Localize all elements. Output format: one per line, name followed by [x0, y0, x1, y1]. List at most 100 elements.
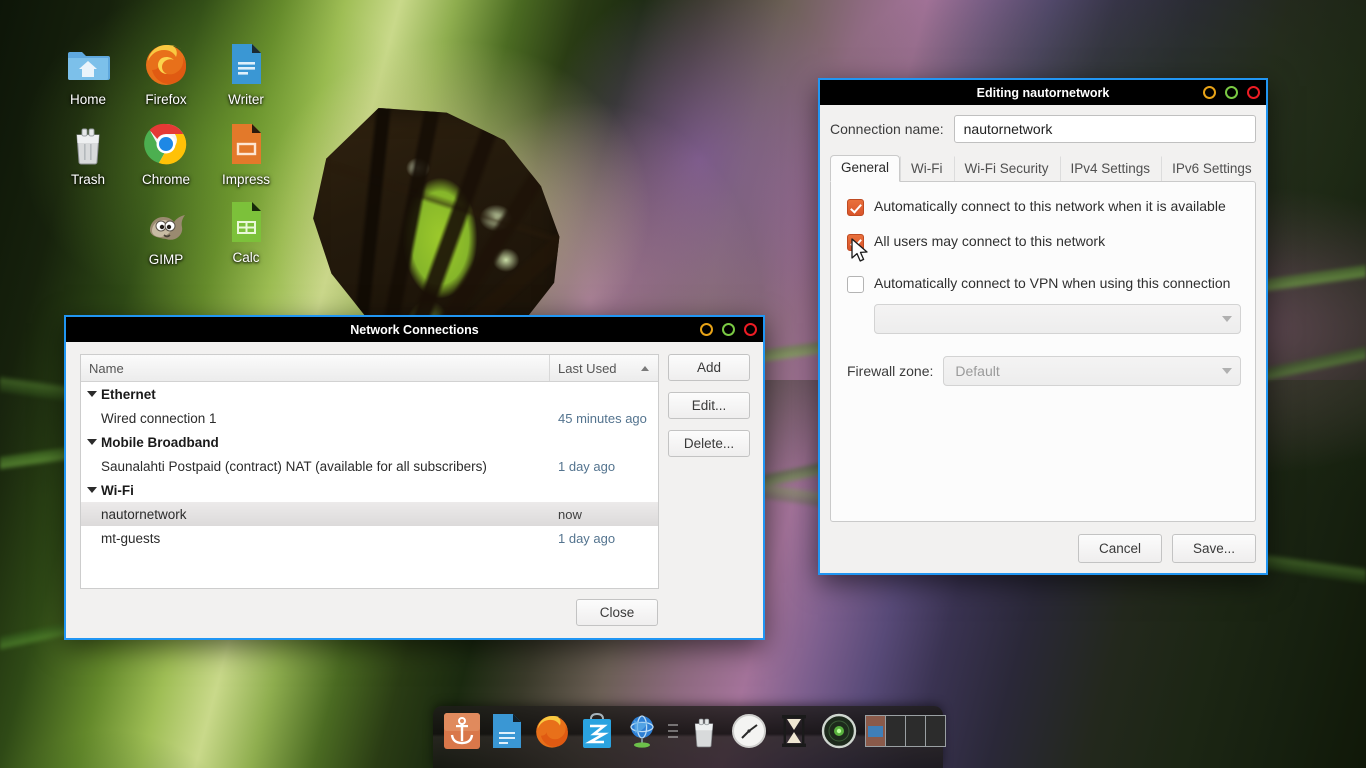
connection-name: Wired connection 1	[101, 410, 217, 426]
all-users-row[interactable]: All users may connect to this network	[847, 233, 1241, 251]
auto-vpn-label: Automatically connect to VPN when using …	[874, 275, 1231, 291]
table-row[interactable]: Wired connection 1 45 minutes ago	[81, 406, 658, 430]
tab-wifi-security[interactable]: Wi-Fi Security	[953, 156, 1060, 181]
tab-general[interactable]: General	[830, 155, 901, 182]
all-users-label: All users may connect to this network	[874, 233, 1106, 249]
close-icon[interactable]	[744, 323, 757, 336]
add-button[interactable]: Add	[668, 354, 750, 381]
desktop-icon-label: GIMP	[148, 252, 184, 267]
dialog-footer: Cancel Save...	[830, 522, 1256, 563]
workspace-switcher-icon[interactable]	[865, 712, 947, 750]
software-store-icon[interactable]	[578, 712, 616, 750]
settings-tabs[interactable]: General Wi-Fi Wi-Fi Security IPv4 Settin…	[830, 154, 1256, 182]
table-row[interactable]: Saunalahti Postpaid (contract) NAT (avai…	[81, 454, 658, 478]
window-controls	[1203, 80, 1260, 105]
network-connections-window[interactable]: Network Connections Name Last Used Ether…	[64, 315, 765, 640]
firewall-zone-value: Default	[955, 363, 1000, 379]
dock[interactable]	[433, 706, 946, 768]
group-label: Ethernet	[101, 386, 156, 402]
connection-name: nautornetwork	[101, 506, 187, 522]
column-header-last-used[interactable]: Last Used	[550, 355, 658, 381]
desktop[interactable]: Home Firefox Writer Trash Chrome Impress…	[0, 0, 1366, 768]
close-button[interactable]: Close	[576, 599, 658, 626]
firewall-zone-label: Firewall zone:	[847, 363, 934, 379]
cancel-button[interactable]: Cancel	[1078, 534, 1162, 563]
libreoffice-writer-icon	[222, 40, 270, 88]
column-header-name[interactable]: Name	[81, 355, 550, 381]
connections-tree[interactable]: Name Last Used Ethernet Wired connection…	[80, 354, 659, 589]
trash-icon	[64, 120, 112, 168]
hourglass-icon[interactable]	[775, 712, 813, 750]
table-row[interactable]: mt-guests 1 day ago	[81, 526, 658, 550]
desktop-icon-label: Calc	[232, 250, 260, 265]
edit-button[interactable]: Edit...	[668, 392, 750, 419]
radar-icon[interactable]	[820, 712, 858, 750]
firefox-icon[interactable]	[533, 712, 571, 750]
close-icon[interactable]	[1247, 86, 1260, 99]
desktop-icon-writer[interactable]: Writer	[200, 40, 292, 107]
last-used-value: 45 minutes ago	[558, 410, 647, 426]
desktop-icon-firefox[interactable]: Firefox	[120, 40, 212, 107]
window-title: Network Connections	[350, 322, 479, 337]
disclosure-triangle-icon[interactable]	[87, 487, 97, 493]
firewall-zone-select[interactable]: Default	[943, 356, 1241, 386]
auto-connect-label: Automatically connect to this network wh…	[874, 198, 1226, 214]
chevron-down-icon	[1222, 316, 1232, 322]
desktop-icon-gimp[interactable]: GIMP	[120, 200, 212, 267]
sort-ascending-icon	[641, 365, 649, 371]
last-used-value: 1 day ago	[558, 458, 616, 474]
gimp-icon	[142, 200, 190, 248]
minimize-icon[interactable]	[1203, 86, 1216, 99]
dialog-title: Editing nautornetwork	[976, 85, 1110, 100]
edit-connection-dialog[interactable]: Editing nautornetwork Connection name: G…	[818, 78, 1268, 575]
delete-button[interactable]: Delete...	[668, 430, 750, 457]
network-connections-titlebar[interactable]: Network Connections	[66, 317, 763, 342]
connection-name: mt-guests	[101, 530, 161, 546]
connection-name-row: Connection name:	[830, 115, 1256, 143]
tab-ipv6-settings[interactable]: IPv6 Settings	[1161, 156, 1263, 181]
vpn-connection-select[interactable]	[874, 304, 1241, 334]
auto-vpn-row[interactable]: Automatically connect to VPN when using …	[847, 275, 1241, 293]
firewall-zone-row: Firewall zone: Default	[847, 356, 1241, 386]
connection-name-label: Connection name:	[830, 121, 944, 137]
chrome-icon	[142, 120, 190, 168]
maximize-icon[interactable]	[1225, 86, 1238, 99]
text-editor-icon[interactable]	[488, 712, 526, 750]
all-users-checkbox[interactable]	[847, 234, 864, 251]
auto-connect-row[interactable]: Automatically connect to this network wh…	[847, 198, 1241, 216]
home-folder-icon	[64, 40, 112, 88]
desktop-icon-label: Impress	[221, 172, 270, 187]
tree-group-ethernet[interactable]: Ethernet	[81, 382, 658, 406]
desktop-icon-calc[interactable]: Calc	[200, 198, 292, 265]
tab-ipv4-settings[interactable]: IPv4 Settings	[1059, 156, 1162, 181]
save-button[interactable]: Save...	[1172, 534, 1256, 563]
tree-group-wifi[interactable]: Wi-Fi	[81, 478, 658, 502]
minimize-icon[interactable]	[700, 323, 713, 336]
clock-icon[interactable]	[730, 712, 768, 750]
chevron-down-icon	[1222, 368, 1232, 374]
network-globe-icon[interactable]	[623, 712, 661, 750]
anchor-icon[interactable]	[443, 712, 481, 750]
connection-name-input[interactable]	[953, 115, 1256, 143]
table-row[interactable]: nautornetwork now	[81, 502, 658, 526]
auto-vpn-checkbox[interactable]	[847, 276, 864, 293]
desktop-icon-label: Firefox	[145, 92, 187, 107]
desktop-icon-chrome[interactable]: Chrome	[120, 120, 212, 187]
trash-icon[interactable]	[685, 712, 723, 750]
tree-header: Name Last Used	[81, 355, 658, 382]
column-header-last-used-label: Last Used	[558, 360, 617, 376]
general-tab-panel: Automatically connect to this network wh…	[830, 181, 1256, 522]
group-label: Mobile Broadband	[101, 434, 219, 450]
disclosure-triangle-icon[interactable]	[87, 391, 97, 397]
butterfly-wing-image	[300, 108, 562, 338]
desktop-icon-label: Writer	[228, 92, 264, 107]
tree-group-mobile-broadband[interactable]: Mobile Broadband	[81, 430, 658, 454]
auto-connect-checkbox[interactable]	[847, 199, 864, 216]
disclosure-triangle-icon[interactable]	[87, 439, 97, 445]
edit-dialog-titlebar[interactable]: Editing nautornetwork	[820, 80, 1266, 105]
maximize-icon[interactable]	[722, 323, 735, 336]
desktop-icon-impress[interactable]: Impress	[200, 120, 292, 187]
tab-wifi[interactable]: Wi-Fi	[900, 156, 953, 181]
desktop-icon-label: Chrome	[141, 172, 190, 187]
last-used-value: 1 day ago	[558, 530, 616, 546]
